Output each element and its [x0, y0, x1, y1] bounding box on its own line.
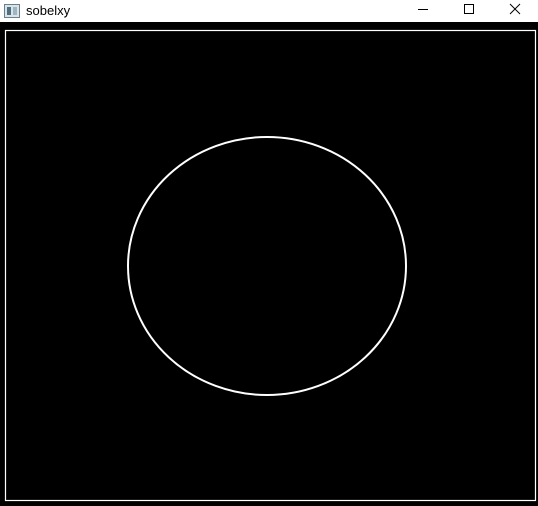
image-canvas[interactable]: [0, 22, 538, 506]
edge-image: [4, 29, 537, 502]
title-bar[interactable]: sobelxy: [0, 0, 538, 22]
image-border-edge: [4, 29, 537, 502]
maximize-button[interactable]: [446, 0, 492, 22]
maximize-icon: [463, 2, 475, 20]
app-window-icon[interactable]: [4, 4, 20, 18]
image-window: sobelxy: [0, 0, 538, 506]
window-title: sobelxy: [26, 3, 71, 18]
close-button[interactable]: [492, 0, 538, 22]
minimize-button[interactable]: [400, 0, 446, 22]
minimize-icon: [417, 2, 429, 20]
close-icon: [509, 2, 521, 20]
window-controls: [400, 0, 538, 22]
circle-edge: [127, 136, 407, 396]
